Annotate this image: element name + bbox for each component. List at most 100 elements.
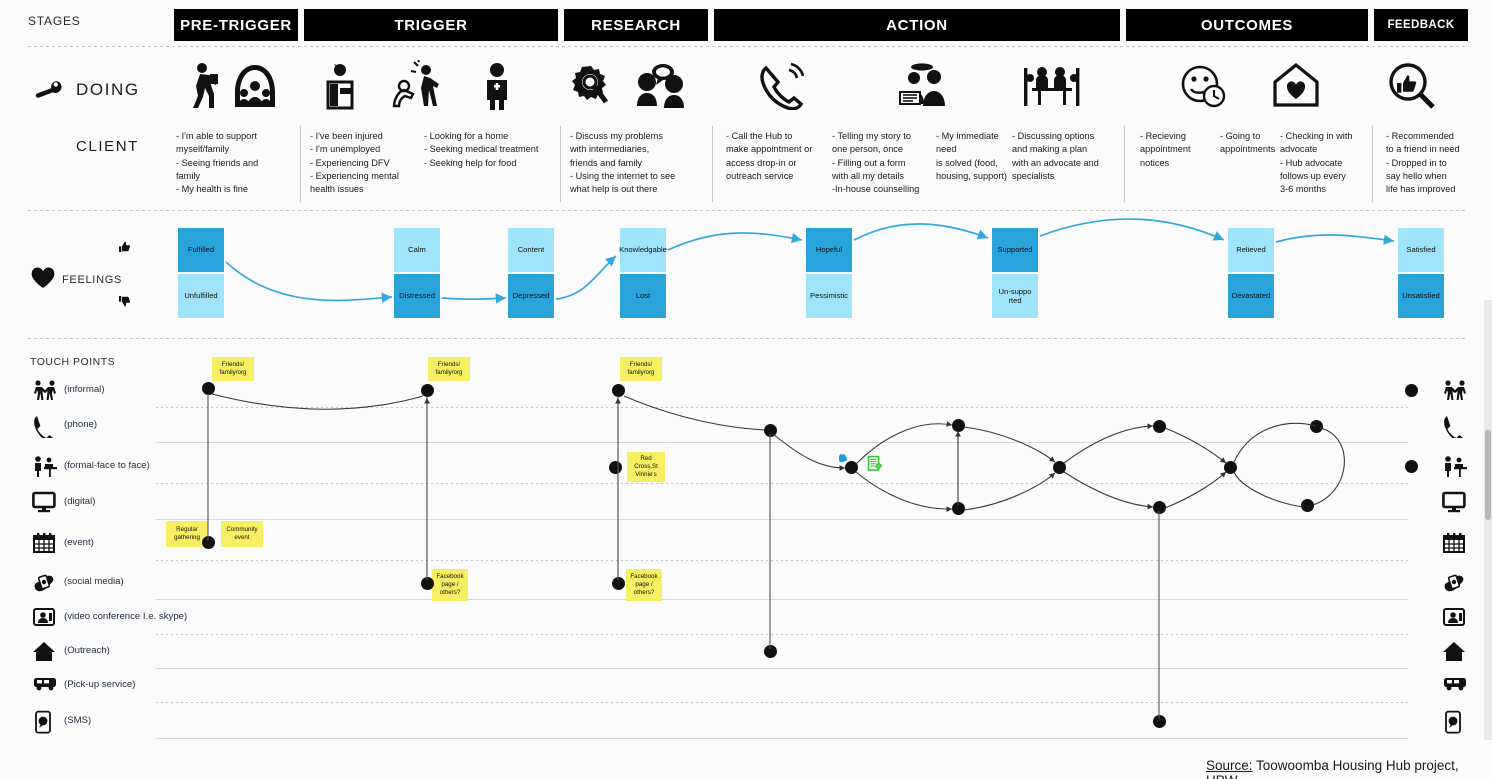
- feeling-negative: Unsatisfied: [1398, 274, 1444, 318]
- house-icon-right: [1442, 640, 1466, 667]
- calendar-icon: [32, 532, 56, 559]
- smiley-clock-icon: [1178, 64, 1228, 115]
- doing-divider-5: [1372, 126, 1373, 202]
- divider-doing: [28, 210, 1468, 211]
- touchpoint-node[interactable]: [1153, 420, 1166, 433]
- walking-person-icon: [180, 62, 220, 115]
- stage-bar-outcomes[interactable]: OUTCOMES: [1126, 9, 1368, 41]
- hungry-child-icon: [480, 62, 514, 115]
- touchpoint-gridline: [156, 599, 1408, 600]
- calendar-icon-right: [1442, 532, 1466, 559]
- feeling-positive: Knowledgable: [619, 228, 667, 272]
- gear-search-icon: [570, 62, 612, 113]
- sticky-note[interactable]: Friends/ family/org: [620, 357, 662, 381]
- feeling-negative: Un-suppo rted: [992, 274, 1038, 318]
- touchpoint-node[interactable]: [421, 384, 434, 397]
- injured-arm-icon: [320, 62, 360, 115]
- touchpoint-node[interactable]: [764, 424, 777, 437]
- feeling-positive: Relieved: [1228, 228, 1274, 272]
- touchpoint-node[interactable]: [609, 461, 622, 474]
- informal-people-icon-right: [1442, 379, 1468, 406]
- family-group-icon: [232, 62, 278, 115]
- touchpoint-label: (phone): [64, 419, 98, 430]
- touchpoint-node[interactable]: [612, 384, 625, 397]
- feeling-positive: Satisfied: [1398, 228, 1444, 272]
- doing-divider-1: [300, 126, 301, 202]
- touchpoint-node[interactable]: [1405, 460, 1418, 473]
- meeting-table-icon: [1022, 62, 1082, 113]
- client-note: - Telling my story to one person, once -…: [832, 131, 920, 195]
- touchpoint-node[interactable]: [202, 382, 215, 395]
- touchpoint-node[interactable]: [1224, 461, 1237, 474]
- feeling-positive: Fulfilled: [178, 228, 224, 272]
- client-note: - Looking for a home - Seeking medical t…: [424, 131, 539, 168]
- thumbs-down-icon: [118, 294, 132, 308]
- touchpoints-row-label: TOUCH POINTS: [30, 356, 116, 368]
- scrollbar-thumb[interactable]: [1485, 430, 1491, 520]
- phone-icon: [32, 414, 55, 443]
- sticky-note[interactable]: Red Cross,St Vinnie's: [627, 452, 665, 482]
- monitor-icon: [32, 491, 56, 518]
- touchpoint-node[interactable]: [952, 502, 965, 515]
- sms-icon-right: [1442, 710, 1464, 739]
- touchpoint-node[interactable]: [952, 419, 965, 432]
- social-media-icon-right: [1442, 571, 1466, 598]
- source-prefix: Source:: [1206, 758, 1253, 773]
- touchpoint-gridline: [156, 442, 1408, 443]
- sticky-note[interactable]: Friends/ family/org: [212, 357, 254, 381]
- touchpoint-node[interactable]: [764, 645, 777, 658]
- touchpoint-node[interactable]: [1153, 715, 1166, 728]
- touchpoint-node[interactable]: [421, 577, 434, 590]
- video-conference-icon: [32, 606, 56, 633]
- client-note: - Recommended to a friend in need - Drop…: [1386, 131, 1460, 195]
- stage-bar-feedback[interactable]: FEEDBACK: [1374, 9, 1468, 41]
- client-note: - Call the Hub to make appointment or ac…: [726, 131, 813, 182]
- stage-bar-research[interactable]: RESEARCH: [564, 9, 708, 41]
- client-note: - Discussing options and making a plan w…: [1012, 131, 1099, 182]
- client-note: - My immediate need is solved (food, hou…: [936, 131, 1007, 182]
- touchpoint-gridline: [156, 483, 1408, 484]
- intake-desk-icon: [896, 62, 948, 113]
- sticky-note[interactable]: Facebook page / others?: [626, 569, 662, 601]
- violence-icon: [392, 58, 442, 113]
- touchpoint-node[interactable]: [202, 536, 215, 549]
- touchpoint-gridline: [156, 668, 1408, 669]
- stage-bar-pre-trigger[interactable]: PRE-TRIGGER: [174, 9, 298, 41]
- wrench-icon: [34, 78, 62, 100]
- touchpoint-node[interactable]: [1301, 499, 1314, 512]
- touchpoint-node[interactable]: [1310, 420, 1323, 433]
- stages-row-label: STAGES: [28, 14, 81, 28]
- touchpoint-node[interactable]: [1053, 461, 1066, 474]
- touchpoint-node[interactable]: [612, 577, 625, 590]
- touchpoint-gridline: [156, 407, 1408, 408]
- thumbs-up-icon: [118, 240, 132, 254]
- sticky-note[interactable]: Friends/ family/org: [428, 357, 470, 381]
- touchpoint-gridline: [156, 634, 1408, 635]
- sticky-note[interactable]: Facebook page / others?: [432, 569, 468, 601]
- client-note: - Checking in with advocate - Hub advoca…: [1280, 131, 1353, 195]
- touchpoint-gridline: [156, 702, 1408, 703]
- sticky-note[interactable]: Community event: [221, 521, 263, 547]
- informal-people-icon: [32, 379, 58, 406]
- scrollbar-track[interactable]: [1484, 300, 1492, 740]
- speech-people-icon: [634, 64, 686, 113]
- doing-divider-3: [712, 126, 713, 202]
- touchpoint-label: (informal): [64, 384, 105, 395]
- touchpoint-node[interactable]: [1405, 384, 1418, 397]
- touchpoint-label: (video conference I.e. skype): [64, 611, 188, 622]
- bus-icon: [32, 674, 58, 697]
- monitor-icon-right: [1442, 491, 1466, 518]
- touchpoint-label: (formal-face to face): [64, 460, 150, 471]
- stage-bar-trigger[interactable]: TRIGGER: [304, 9, 558, 41]
- stage-bar-action[interactable]: ACTION: [714, 9, 1120, 41]
- doing-divider-2: [560, 126, 561, 202]
- divider-feelings: [28, 338, 1468, 339]
- connector-overlay: [207, 218, 1395, 719]
- client-note: - I've been injured - I'm unemployed - E…: [310, 131, 399, 195]
- divider-stages: [28, 46, 1468, 47]
- touchpoint-gridline: [156, 560, 1408, 561]
- feeling-negative: Depressed: [508, 274, 554, 318]
- feeling-positive: Hopeful: [806, 228, 852, 272]
- house-heart-icon: [1272, 62, 1320, 113]
- touchpoint-node[interactable]: [1153, 501, 1166, 514]
